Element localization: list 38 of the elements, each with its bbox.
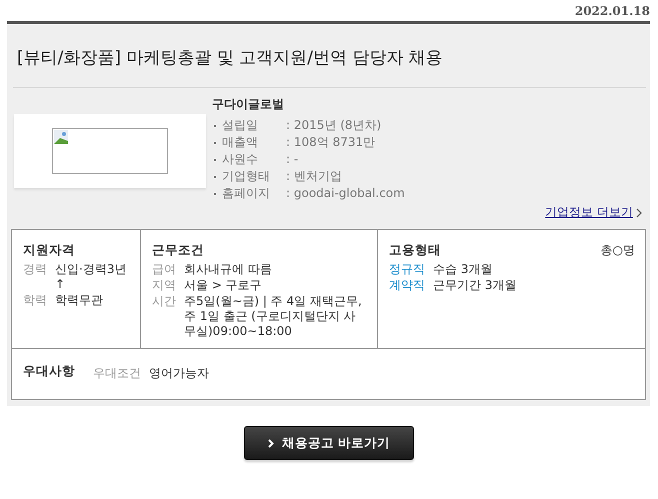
chevron-right-icon	[268, 438, 274, 448]
info-value: : 2015년 (8년차)	[286, 117, 382, 134]
info-label: 홈페이지	[222, 185, 271, 202]
field-label: 시간	[152, 294, 176, 310]
section-heading: 고용형태	[389, 242, 441, 259]
info-value: : -	[286, 151, 298, 168]
info-label: 설립일	[222, 117, 259, 134]
company-name: 구다이글로벌	[212, 96, 285, 113]
field-label: 학력	[23, 293, 47, 308]
field-value: 근무기간 3개월	[433, 278, 516, 293]
field-value: 수습 3개월	[433, 262, 492, 277]
chevron-right-icon	[636, 208, 642, 218]
field-value: 서울 > 구로구	[184, 278, 262, 293]
field-value: 영어가능자	[149, 366, 209, 380]
section-heading: 우대사항	[23, 363, 75, 380]
section-heading: 근무조건	[152, 242, 205, 259]
job-posting-button[interactable]: 채용공고 바로가기	[244, 426, 414, 460]
company-info-link[interactable]: 기업정보 더보기	[545, 204, 633, 221]
field-label: 경력	[23, 262, 47, 278]
field-label: 우대조건	[93, 366, 141, 380]
job-title: [뷰티/화장품] 마케팅총괄 및 고객지원/번역 담당자 채용	[13, 24, 646, 88]
field-value: 학력무관	[55, 293, 103, 308]
field-value: 주5일(월~금) | 주 4일 재택근무, 주 1일 출근 (구로디지털단지 사무실)09:00~18:00	[184, 294, 363, 339]
field-label: 정규직	[389, 262, 425, 277]
field-value: 회사내규에 따름	[184, 262, 272, 277]
field-label: 급여	[152, 262, 176, 277]
info-value: : goodai-global.com	[286, 185, 405, 202]
info-value: : 벤처기업	[286, 168, 342, 185]
info-label: 사원수	[222, 151, 259, 168]
field-label: 계약직	[389, 278, 425, 293]
field-value: 신입·경력3년↑	[55, 262, 128, 292]
info-label: 기업형태	[222, 168, 271, 185]
section-heading: 지원자격	[23, 242, 76, 259]
field-label: 지역	[152, 278, 176, 293]
post-date: 2022.01.18	[574, 4, 650, 18]
headcount: 총○명	[600, 242, 635, 259]
info-label: 매출액	[222, 134, 259, 151]
info-value: : 108억 8731만	[286, 134, 376, 151]
